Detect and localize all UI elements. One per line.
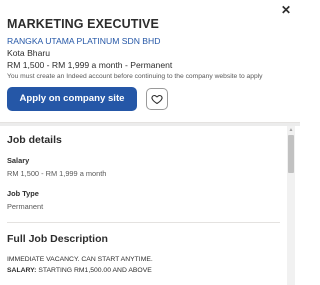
close-icon[interactable]: ✕	[280, 3, 292, 17]
salary-and-type: RM 1,500 - RM 1,999 a month - Permanent	[7, 60, 173, 70]
company-name-link[interactable]: RANGKA UTAMA PLATINUM SDN BHD	[7, 36, 160, 46]
salary-label: Salary	[7, 156, 30, 165]
job-type-label: Job Type	[7, 189, 39, 198]
job-detail-panel: ✕ MARKETING EXECUTIVE RANGKA UTAMA PLATI…	[0, 0, 300, 285]
description-salary-value: STARTING RM1,500.00 AND ABOVE	[36, 267, 152, 274]
scrollbar-thumb[interactable]	[288, 135, 294, 173]
apply-on-company-site-button[interactable]: Apply on company site	[7, 87, 137, 111]
heart-icon	[151, 94, 163, 105]
save-job-button[interactable]	[146, 88, 168, 110]
scroll-up-icon[interactable]: ▲	[287, 127, 295, 133]
description-line: IMMEDIATE VACANCY. CAN START ANYTIME.	[7, 256, 153, 263]
salary-value: RM 1,500 - RM 1,999 a month	[7, 169, 107, 178]
job-type-value: Permanent	[7, 202, 44, 211]
job-location: Kota Bharu	[7, 48, 50, 58]
full-job-description-heading: Full Job Description	[7, 233, 108, 245]
description-salary-label: SALARY:	[7, 267, 37, 274]
account-notice: You must create an Indeed account before…	[7, 73, 263, 80]
job-body: Job details Salary RM 1,500 - RM 1,999 a…	[0, 126, 300, 285]
section-divider	[7, 222, 280, 223]
scrollbar[interactable]: ▲	[287, 126, 295, 285]
job-title: MARKETING EXECUTIVE	[7, 17, 159, 31]
job-details-heading: Job details	[7, 134, 62, 146]
job-header: ✕ MARKETING EXECUTIVE RANGKA UTAMA PLATI…	[0, 0, 300, 122]
description-salary-line: SALARY: STARTING RM1,500.00 AND ABOVE	[7, 267, 152, 274]
